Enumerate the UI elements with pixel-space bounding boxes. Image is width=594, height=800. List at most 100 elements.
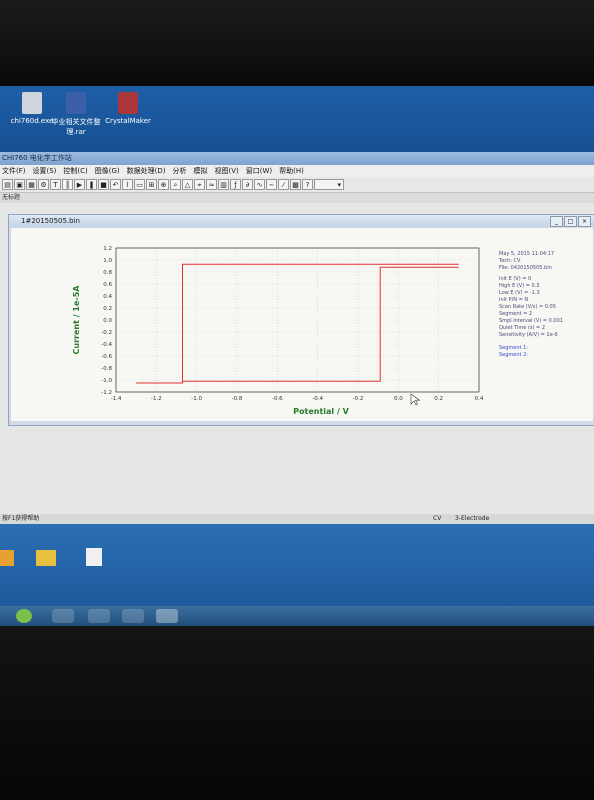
archive-icon (66, 92, 86, 114)
add-icon[interactable]: ⊞ (146, 179, 157, 190)
menu-help[interactable]: 帮助(H) (279, 165, 304, 177)
simulate-icon[interactable]: ∿ (254, 179, 265, 190)
info-param: Quiet Time (s) = 2 (499, 325, 545, 331)
x-tick-label: -0.6 (272, 396, 283, 402)
grid (115, 247, 480, 393)
print-icon[interactable]: ▦ (26, 179, 37, 190)
app-window: CHI760 电化学工作站 文件(F) 设置(S) 控制(C) 图像(G) 数据… (0, 152, 594, 524)
status-tab: 无标题 (0, 193, 594, 203)
menu-graphics[interactable]: 图像(G) (95, 165, 120, 177)
wave-icon[interactable]: ∼ (266, 179, 277, 190)
status-mode: CV (433, 515, 442, 522)
info-param: Segment = 2 (499, 311, 532, 317)
y-tick-label: -1.0 (101, 378, 112, 384)
technique-icon[interactable]: T (50, 179, 61, 190)
curves (136, 263, 459, 384)
y-tick-label: -0.2 (101, 330, 112, 336)
y-axis-label: Current / 1e-5A (72, 285, 81, 355)
x-ticks: -1.4 -1.2 -1.0 -0.8 -0.6 -0.4 -0.2 0.0 0.2 0.4 (111, 396, 484, 402)
menu-view[interactable]: 视图(V) (215, 165, 239, 177)
document-title: 1#20150505.bin (9, 215, 594, 227)
info-panel: May 5, 2015 11:04:17 Tech: CV File: 0420… (498, 251, 563, 358)
taskbar-media-icon[interactable] (122, 609, 144, 623)
info-param: Sensitivity (A/V) = 1e-6 (499, 332, 558, 338)
setup-icon[interactable]: ⚙ (38, 179, 49, 190)
y-tick-label: -0.4 (101, 342, 112, 348)
x-tick-label: 0.0 (394, 396, 403, 402)
menu-file[interactable]: 文件(F) (2, 165, 26, 177)
cv-chart: 1.21.00.80.60.40.20.0-0.2-0.4-0.6-0.8-1.… (72, 246, 563, 416)
maximize-icon[interactable]: □ (564, 216, 577, 227)
overlay-icon[interactable]: ▭ (134, 179, 145, 190)
close-icon[interactable]: × (578, 216, 591, 227)
help-icon[interactable]: ? (302, 179, 313, 190)
graph-icon[interactable]: ⌇ (122, 179, 133, 190)
menu-window[interactable]: 窗口(W) (246, 165, 272, 177)
info-param: Low E (V) = -1.3 (499, 290, 540, 296)
window-status-bar: 按F1获得帮助 CV 3-Electrode (0, 514, 594, 524)
menu-setup[interactable]: 设置(S) (33, 165, 57, 177)
pause-icon[interactable]: ❚ (86, 179, 97, 190)
dropdown-icon[interactable]: ▾ (314, 179, 344, 190)
stop-icon[interactable]: ■ (98, 179, 109, 190)
cursor-icon[interactable]: ⌖ (194, 179, 205, 190)
y-tick-label: 1.2 (103, 246, 112, 252)
taskbar-chi-app[interactable] (156, 609, 178, 623)
save-icon[interactable]: ▣ (14, 179, 25, 190)
crystal-icon (118, 92, 138, 114)
minimize-icon[interactable]: _ (550, 216, 563, 227)
y-tick-label: 0.6 (103, 282, 112, 288)
desktop-top: chi760d.exe 毕业相关文件整理.rar CrystalMaker (0, 86, 594, 154)
zoom-icon[interactable]: ⊕ (158, 179, 169, 190)
plot-area: 1.2 1.0 0.8 0.6 0.4 0.2 0.0 -0.2 -0.4 -0.6 -0.8 -1.… (11, 228, 593, 421)
program-icon (22, 92, 42, 114)
peak-icon[interactable]: △ (182, 179, 193, 190)
y-ticks: 1.2 1.0 0.8 0.6 0.4 0.2 0.0 -0.2 -0.4 -0.6 -0.8 -1.… (101, 246, 112, 396)
x-tick-label: -1.2 (151, 396, 162, 402)
start-button[interactable] (16, 609, 32, 623)
open-icon[interactable]: ▤ (2, 179, 13, 190)
monitor-bezel-bottom (0, 626, 594, 800)
x-axis-label: Potential / V (293, 407, 350, 416)
reverse-icon[interactable]: ↶ (110, 179, 121, 190)
menu-analysis[interactable]: 分析 (173, 165, 187, 177)
smooth-icon[interactable]: ≈ (206, 179, 217, 190)
folder-icon[interactable] (36, 550, 56, 566)
toolbar: ▤ ▣ ▦ ⚙ T ║ ▶ ❚ ■ ↶ ⌇ ▭ ⊞ ⊕ ⌕ △ ⌖ ≈ ▥ ƒ … (0, 177, 594, 193)
menu-simulation[interactable]: 模拟 (194, 165, 208, 177)
desktop-icon-label: CrystalMaker (105, 117, 151, 125)
info-date: May 5, 2015 11:04:17 (499, 251, 554, 257)
document-window: 1#20150505.bin _ □ × 1.2 1.0 0.8 0.6 0.4 0.2 0… (8, 214, 594, 426)
y-tick-label: 0.8 (103, 270, 112, 276)
taskbar-folder-icon[interactable] (88, 609, 110, 623)
run-icon[interactable]: ▶ (74, 179, 85, 190)
monitor-bezel-top (0, 0, 594, 86)
document-controls: _ □ × (550, 216, 591, 227)
parameters-icon[interactable]: ║ (62, 179, 73, 190)
x-tick-label: -1.4 (111, 396, 122, 402)
desktop-icon-crystalmaker[interactable]: CrystalMaker (96, 92, 160, 125)
info-file: File: 0420150505.bin (499, 265, 552, 271)
desktop-file-icon[interactable] (0, 550, 14, 566)
status-electrode: 3-Electrode (455, 515, 490, 522)
y-tick-label: 0.2 (103, 306, 112, 312)
mouse-cursor-icon (410, 393, 421, 406)
derivative-icon[interactable]: ∂ (242, 179, 253, 190)
info-param: Init P/N = N (499, 297, 528, 303)
fx-icon[interactable]: ƒ (230, 179, 241, 190)
calc-icon[interactable]: ▩ (290, 179, 301, 190)
x-tick-label: -0.8 (232, 396, 243, 402)
taskbar-ie-icon[interactable] (52, 609, 74, 623)
taskbar (0, 606, 594, 626)
document-icon[interactable] (86, 548, 102, 566)
menu-data-process[interactable]: 数据处理(D) (127, 165, 166, 177)
color-icon[interactable]: ▥ (218, 179, 229, 190)
fit-icon[interactable]: ⁄ (278, 179, 289, 190)
magnify-icon[interactable]: ⌕ (170, 179, 181, 190)
cv-curve-segment-2 (182, 266, 459, 382)
menu-control[interactable]: 控制(C) (63, 165, 87, 177)
y-tick-label: -0.8 (101, 366, 112, 372)
x-tick-label: -1.0 (191, 396, 202, 402)
x-tick-label: -0.2 (353, 396, 364, 402)
x-tick-label: -0.4 (312, 396, 323, 402)
